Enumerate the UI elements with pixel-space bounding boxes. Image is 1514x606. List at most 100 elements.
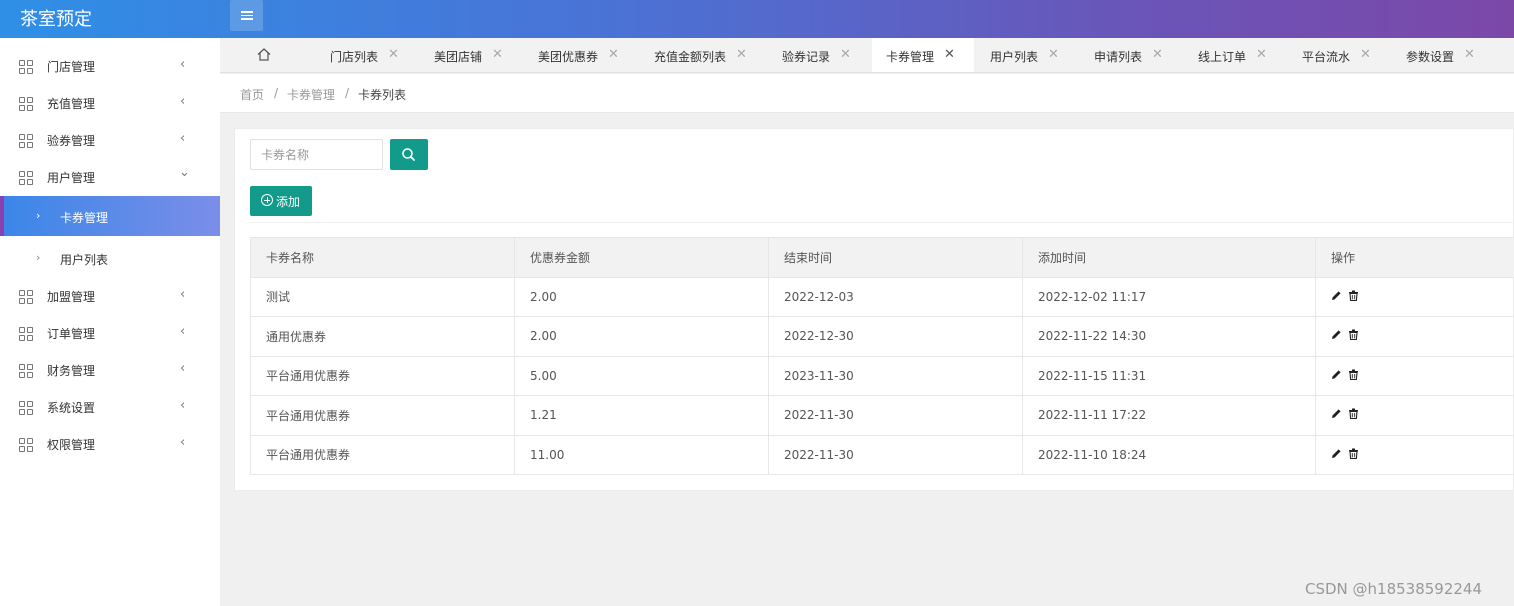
close-icon[interactable]: ✕ (608, 47, 619, 62)
sidebar-item-order-management[interactable]: 订单管理 ‹ (0, 315, 220, 352)
edit-pencil-icon[interactable] (1331, 369, 1342, 380)
close-icon[interactable]: ✕ (1360, 47, 1371, 62)
menu-toggle-button[interactable] (230, 0, 263, 31)
trash-icon[interactable] (1348, 290, 1359, 301)
added-time-cell: 2022-12-02 11:17 (1022, 276, 1316, 317)
voucher-table: 卡券名称 优惠券金额 结束时间 添加时间 操作 测试 2.00 2022-12-… (250, 237, 1514, 475)
close-icon[interactable]: ✕ (1464, 47, 1475, 62)
tab-label: 申请列表 (1094, 50, 1143, 64)
tab-label: 平台流水 (1302, 50, 1351, 64)
close-icon[interactable]: ✕ (1048, 47, 1059, 62)
voucher-name-cell: 平台通用优惠券 (250, 395, 515, 436)
added-time-cell: 2022-11-11 17:22 (1022, 395, 1316, 436)
close-icon[interactable]: ✕ (388, 47, 399, 62)
add-button[interactable]: 添加 (250, 186, 312, 216)
home-icon (257, 48, 271, 61)
chevron-left-icon: ‹ (180, 398, 186, 413)
table-row: 通用优惠券 2.00 2022-12-30 2022-11-22 14:30 (250, 316, 1514, 357)
edit-pencil-icon[interactable] (1331, 329, 1342, 340)
edit-pencil-icon[interactable] (1331, 408, 1342, 419)
sidebar-subitem-label: 用户列表 (60, 253, 109, 267)
trash-icon[interactable] (1348, 369, 1359, 380)
edit-pencil-icon[interactable] (1331, 448, 1342, 459)
tab-application-list[interactable]: 申请列表 ✕ (1078, 38, 1182, 72)
tab-meituan-stores[interactable]: 美团店铺 ✕ (410, 38, 514, 72)
breadcrumb-parent[interactable]: 卡券管理 (287, 86, 335, 103)
content-panel: 添加 卡券名称 优惠券金额 结束时间 添加时间 操作 测试 2.00 2022-… (234, 128, 1514, 491)
close-icon[interactable]: ✕ (1256, 47, 1267, 62)
grid-icon (19, 438, 33, 452)
sidebar: 门店管理 ‹ 充值管理 ‹ 验券管理 ‹ 用户管理 ⌄ › 卡券管理 › 用户列… (0, 38, 220, 606)
close-icon[interactable]: ✕ (736, 47, 747, 62)
chevron-left-icon: ‹ (180, 57, 186, 72)
sidebar-item-voucher-verify-management[interactable]: 验券管理 ‹ (0, 122, 220, 159)
tab-home[interactable] (220, 38, 306, 72)
breadcrumb-home[interactable]: 首页 (240, 86, 264, 103)
chevron-left-icon: ‹ (180, 361, 186, 376)
tab-recharge-amount-list[interactable]: 充值金额列表 ✕ (630, 38, 758, 72)
end-time-cell: 2022-11-30 (768, 395, 1023, 436)
column-header: 操作 (1315, 237, 1514, 278)
sidebar-item-label: 门店管理 (47, 60, 96, 74)
tab-parameter-settings[interactable]: 参数设置 ✕ (1390, 38, 1494, 72)
close-icon[interactable]: ✕ (492, 47, 503, 62)
watermark: CSDN @h18538592244 (1305, 580, 1483, 598)
column-header: 添加时间 (1022, 237, 1316, 278)
tab-label: 充值金额列表 (654, 50, 727, 64)
voucher-amount-cell: 11.00 (514, 434, 769, 475)
tab-label: 美团优惠券 (538, 50, 599, 64)
voucher-name-cell: 平台通用优惠券 (250, 434, 515, 475)
sidebar-item-label: 订单管理 (47, 327, 96, 341)
chevron-left-icon: ‹ (180, 287, 186, 302)
end-time-cell: 2022-12-30 (768, 316, 1023, 357)
edit-pencil-icon[interactable] (1331, 290, 1342, 301)
sidebar-item-label: 财务管理 (47, 364, 96, 378)
voucher-amount-cell: 2.00 (514, 316, 769, 357)
sidebar-item-permission-management[interactable]: 权限管理 ‹ (0, 426, 220, 463)
actions-cell (1315, 316, 1514, 357)
tab-platform-transactions[interactable]: 平台流水 ✕ (1286, 38, 1390, 72)
tab-label: 参数设置 (1406, 50, 1455, 64)
grid-icon (19, 327, 33, 341)
search-button[interactable] (390, 139, 428, 170)
sidebar-item-finance-management[interactable]: 财务管理 ‹ (0, 352, 220, 389)
sidebar-subitem-card-voucher-management[interactable]: › 卡券管理 (0, 196, 220, 236)
trash-icon[interactable] (1348, 329, 1359, 341)
tab-meituan-coupons[interactable]: 美团优惠券 ✕ (514, 38, 630, 72)
grid-icon (19, 364, 33, 378)
tab-online-orders[interactable]: 线上订单 ✕ (1182, 38, 1286, 72)
tab-card-voucher-management[interactable]: 卡券管理 ✕ (872, 38, 974, 72)
added-time-cell: 2022-11-22 14:30 (1022, 316, 1316, 357)
trash-icon[interactable] (1348, 408, 1359, 420)
grid-icon (19, 290, 33, 304)
close-icon[interactable]: ✕ (840, 47, 851, 62)
sidebar-item-user-management[interactable]: 用户管理 ⌄ (0, 159, 220, 196)
chevron-down-icon: ⌄ (179, 165, 190, 180)
sidebar-item-label: 加盟管理 (47, 290, 96, 304)
close-icon[interactable]: ✕ (944, 47, 955, 62)
sidebar-item-franchise-management[interactable]: 加盟管理 ‹ (0, 278, 220, 315)
added-time-cell: 2022-11-15 11:31 (1022, 355, 1316, 396)
trash-icon[interactable] (1348, 448, 1359, 459)
table-row: 测试 2.00 2022-12-03 2022-12-02 11:17 (250, 276, 1514, 317)
tab-voucher-verify-records[interactable]: 验券记录 ✕ (758, 38, 872, 72)
actions-cell (1315, 276, 1514, 317)
sidebar-item-store-management[interactable]: 门店管理 ‹ (0, 48, 220, 85)
sidebar-item-recharge-management[interactable]: 充值管理 ‹ (0, 85, 220, 122)
voucher-name-search-input[interactable] (250, 139, 383, 170)
sidebar-item-label: 权限管理 (47, 438, 96, 452)
table-row: 平台通用优惠券 11.00 2022-11-30 2022-11-10 18:2… (250, 434, 1514, 475)
added-time-cell: 2022-11-10 18:24 (1022, 434, 1316, 475)
divider (250, 222, 1514, 223)
tab-label: 门店列表 (330, 50, 379, 64)
chevron-left-icon: ‹ (180, 324, 186, 339)
sidebar-item-system-settings[interactable]: 系统设置 ‹ (0, 389, 220, 426)
close-icon[interactable]: ✕ (1152, 47, 1163, 62)
sidebar-item-label: 用户管理 (47, 171, 96, 185)
sidebar-subitem-user-list[interactable]: › 用户列表 (0, 238, 220, 278)
tab-store-list[interactable]: 门店列表 ✕ (306, 38, 410, 72)
tab-user-list[interactable]: 用户列表 ✕ (974, 38, 1078, 72)
chevron-right-icon: › (36, 251, 41, 264)
table-header-row: 卡券名称 优惠券金额 结束时间 添加时间 操作 (250, 237, 1514, 278)
grid-icon (19, 134, 33, 148)
